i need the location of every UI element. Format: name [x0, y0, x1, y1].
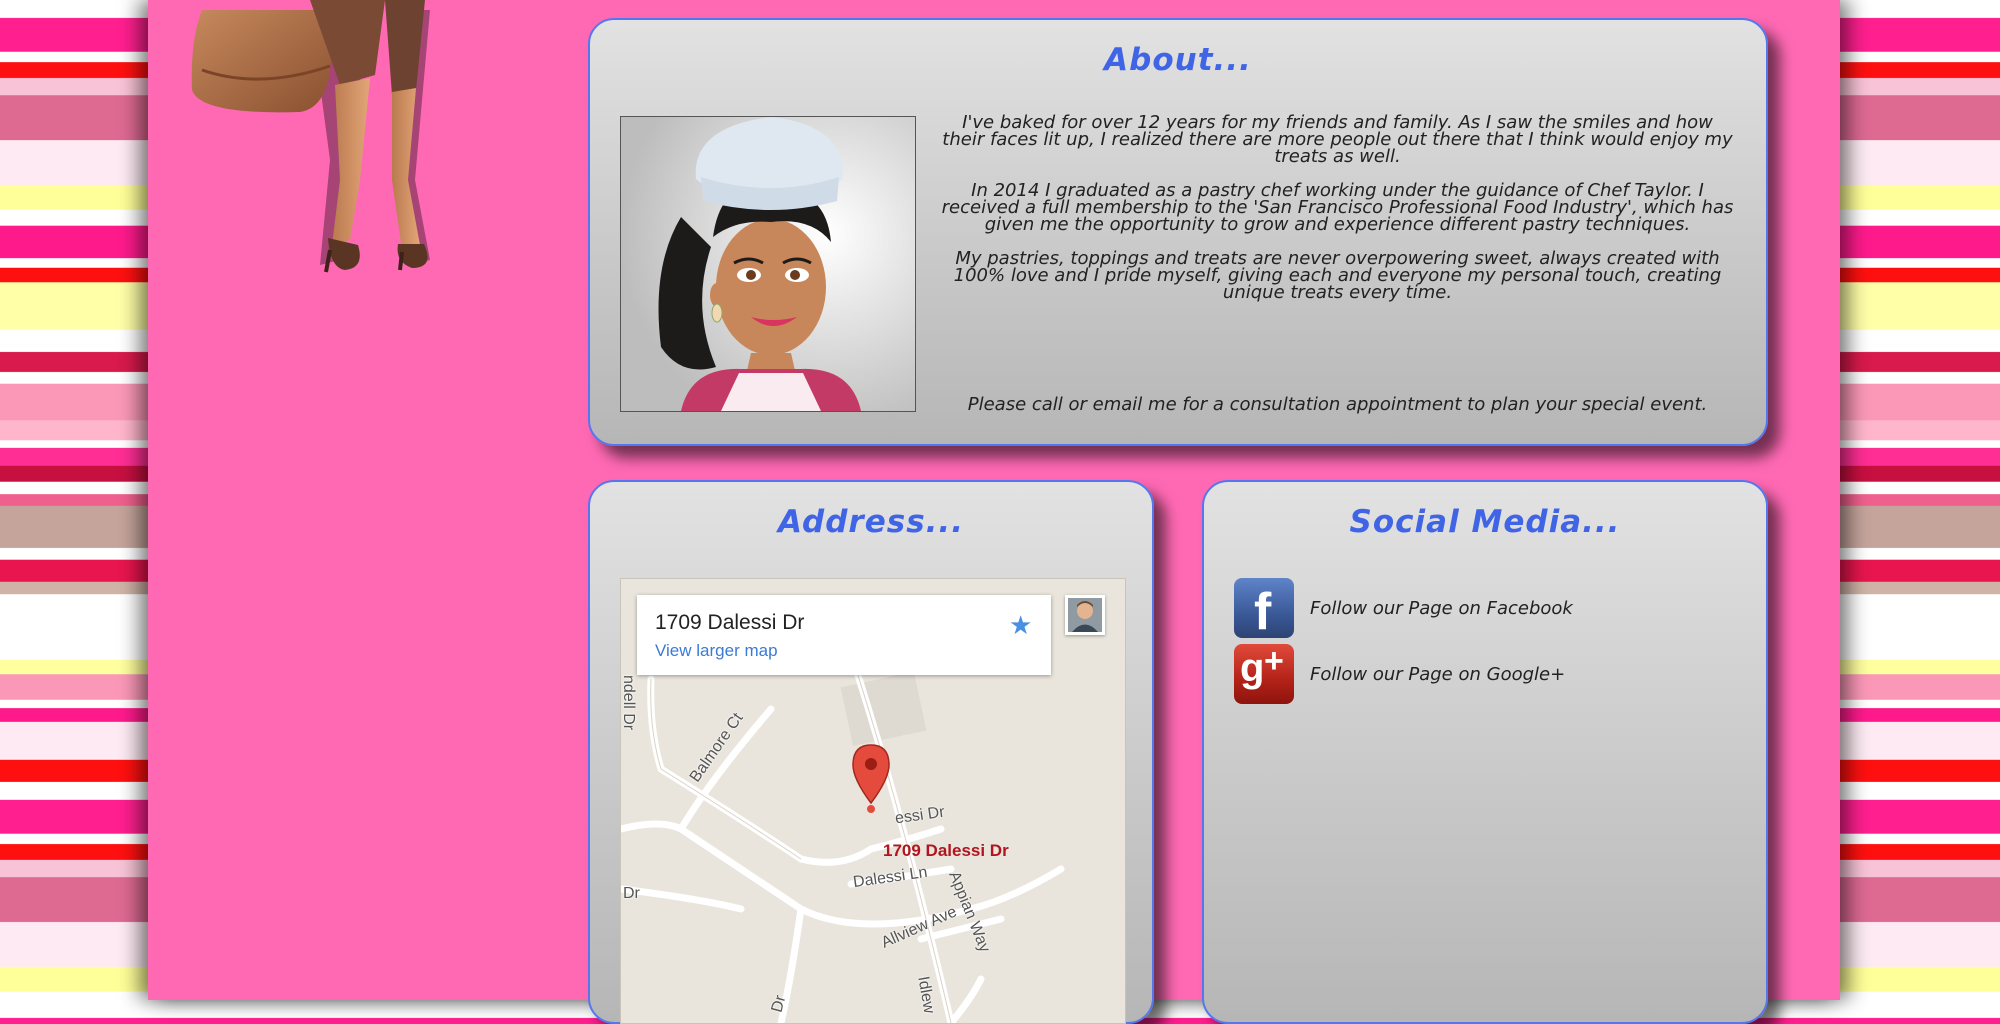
map-info-card: 1709 Dalessi Dr View larger map ★: [637, 595, 1051, 675]
facebook-icon[interactable]: f: [1234, 578, 1294, 638]
about-call-to-action: Please call or email me for a consultati…: [967, 394, 1708, 415]
map-marker-label: 1709 Dalessi Dr: [883, 841, 1009, 860]
map-pin: [852, 744, 890, 813]
about-paragraph-1: I've baked for over 12 years for my frie…: [942, 112, 1733, 167]
about-paragraph-3: My pastries, toppings and treats are nev…: [953, 248, 1722, 303]
avatar-icon: [1068, 598, 1102, 632]
address-panel: Address... ndell Dr Balmore Ct essi Dr D…: [588, 480, 1154, 1024]
save-star-icon[interactable]: ★: [1009, 611, 1032, 641]
about-title: About...: [1104, 42, 1252, 78]
facebook-link-label[interactable]: Follow our Page on Facebook: [1310, 598, 1573, 619]
about-body: I've baked for over 12 years for my frie…: [940, 114, 1735, 318]
map-card-address: 1709 Dalessi Dr: [655, 611, 805, 634]
embedded-map[interactable]: ndell Dr Balmore Ct essi Dr Dalessi Ln A…: [620, 578, 1126, 1024]
road-label-ndell: ndell Dr: [620, 675, 637, 731]
google-plus-link-label[interactable]: Follow our Page on Google+: [1310, 664, 1565, 685]
social-panel: Social Media... f Follow our Page on Fac…: [1202, 480, 1768, 1024]
map-user-avatar[interactable]: [1065, 595, 1105, 635]
about-paragraph-2: In 2014 I graduated as a pastry chef wor…: [941, 180, 1734, 235]
view-larger-map-link[interactable]: View larger map: [655, 641, 778, 661]
address-title: Address...: [778, 504, 964, 540]
social-title: Social Media...: [1349, 504, 1621, 540]
about-panel: About... I've baked for over 12 years fo…: [588, 18, 1768, 446]
chef-portrait: [620, 116, 916, 412]
chef-illustration: [621, 117, 915, 411]
google-plus-icon[interactable]: g +: [1234, 644, 1294, 704]
woman-illustration: [191, 0, 430, 273]
facebook-link[interactable]: f Follow our Page on Facebook: [1234, 578, 1573, 638]
road-label-dr-left: Dr: [623, 885, 640, 902]
google-plus-link[interactable]: g + Follow our Page on Google+: [1234, 644, 1565, 704]
